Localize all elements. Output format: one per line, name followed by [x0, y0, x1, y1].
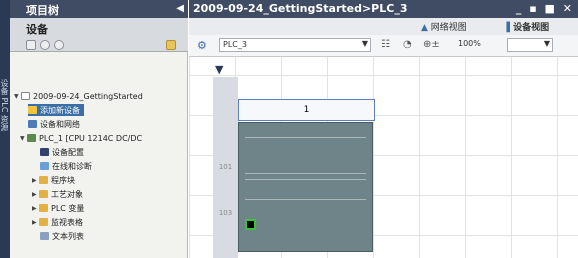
rack-collapse-icon[interactable]: ▼: [215, 63, 223, 76]
device-select-value: PLC_3: [223, 40, 247, 49]
diagnostics-icon: [40, 162, 49, 170]
row-label: 103: [218, 209, 233, 217]
folder-icon: [39, 218, 48, 226]
editor-title: 2009-09-24_GettingStarted>PLC_3: [193, 2, 408, 15]
tree-item-text-lists[interactable]: 文本列表: [40, 230, 84, 242]
zoom-icon[interactable]: ⊕±: [423, 39, 440, 50]
module-line: [245, 199, 366, 200]
row-label: 101: [218, 163, 233, 171]
chevron-right-icon[interactable]: ▶: [32, 191, 39, 198]
folder-icon: [39, 190, 48, 198]
project-tree-panel: 项目树 ◀ 设备 ▼ 2009-09-24_GettingStarted 添加新…: [10, 0, 188, 258]
maximize-icon[interactable]: ■: [545, 2, 557, 15]
tree-item-label: 文本列表: [52, 231, 84, 241]
tree-item-label: 监视表格: [51, 217, 83, 227]
circle-left-icon[interactable]: [40, 40, 50, 50]
tab-device-view[interactable]: ▐ 设备视图: [503, 20, 549, 33]
view-toggle-icon[interactable]: [26, 40, 36, 50]
chevron-right-icon[interactable]: ▶: [32, 177, 39, 184]
tree-item-plc-tags[interactable]: ▶ PLC 变量: [32, 202, 84, 214]
device-tool-icon[interactable]: ⚙: [197, 39, 207, 52]
triangle-left-icon[interactable]: ◀: [176, 3, 184, 14]
settings-icon[interactable]: [166, 40, 176, 50]
cpu-module[interactable]: [238, 122, 373, 252]
project-icon: [21, 92, 30, 100]
add-device-icon: [28, 106, 37, 114]
chevron-down-icon: ▼: [361, 39, 368, 48]
network-icon: [28, 120, 37, 128]
tree-item-plc[interactable]: ▼ PLC_1 [CPU 1214C DC/DC: [20, 132, 142, 144]
slot-number: 1: [303, 105, 310, 115]
network-view-icon: ▲: [421, 23, 428, 33]
zoom-value: 100%: [458, 39, 481, 48]
tree-item-devices-networks[interactable]: 设备和网络: [28, 118, 80, 130]
device-view-icon: ▐: [503, 23, 510, 33]
minimize-icon[interactable]: _: [516, 2, 524, 15]
editor-toolbar: ⚙ PLC_3 ▼ ☷ ◔ ⊕± 100% ▼: [189, 35, 578, 57]
tree-item-label: 程序块: [51, 175, 75, 185]
editor-title-bar: 2009-09-24_GettingStarted>PLC_3 _ ▪ ■ ✕: [189, 0, 578, 18]
tia-portal-window: 设备 PLC 资源 项目树 ◀ 设备 ▼ 2009-09-24_GettingS…: [0, 0, 578, 258]
list-icon: [40, 232, 49, 240]
table-icon[interactable]: ☷: [381, 39, 390, 50]
status-led-icon: [245, 219, 256, 230]
tree-item-label: PLC_1 [CPU 1214C DC/DC: [39, 133, 143, 143]
zoom-tool-icon[interactable]: ◔: [403, 39, 412, 50]
tree-item-device-config[interactable]: 设备配置: [40, 146, 84, 158]
device-canvas[interactable]: ▼ 1 101 103: [189, 57, 578, 258]
module-line: [245, 173, 366, 174]
chevron-down-icon[interactable]: ▼: [14, 93, 21, 100]
tab-label: 设备视图: [513, 23, 550, 33]
circle-right-icon[interactable]: [54, 40, 64, 50]
tab-network-view[interactable]: ▲ 网络视图: [421, 20, 467, 33]
tree-item-label: PLC 变量: [51, 203, 85, 213]
tree-item-label: 设备和网络: [40, 119, 80, 129]
tree-item-watch-tables[interactable]: ▶ 监视表格: [32, 216, 83, 228]
plc-icon: [27, 134, 36, 142]
chevron-right-icon[interactable]: ▶: [32, 219, 39, 226]
device-editor: 2009-09-24_GettingStarted>PLC_3 _ ▪ ■ ✕ …: [189, 0, 578, 258]
module-line: [245, 137, 366, 138]
folder-icon: [39, 176, 48, 184]
window-controls: _ ▪ ■ ✕: [516, 2, 574, 15]
tree-item-project[interactable]: ▼ 2009-09-24_GettingStarted: [14, 90, 143, 102]
config-icon: [40, 148, 49, 156]
tree-item-online-diagnostics[interactable]: 在线和诊断: [40, 160, 92, 172]
tree-item-add-device[interactable]: 添加新设备: [28, 104, 84, 116]
zoom-select[interactable]: ▼: [507, 38, 553, 52]
module-line: [245, 179, 366, 180]
side-tab[interactable]: 设备 PLC 资源: [0, 0, 10, 258]
side-tab-label: 设备 PLC 资源: [0, 79, 9, 131]
tree-item-label: 在线和诊断: [52, 161, 92, 171]
tree-item-label: 工艺对象: [51, 189, 83, 199]
tree-item-label: 设备配置: [52, 147, 84, 157]
tab-label: 网络视图: [430, 23, 467, 33]
zoom-level[interactable]: 100%: [455, 38, 491, 52]
tree-item-technology-objects[interactable]: ▶ 工艺对象: [32, 188, 83, 200]
devices-heading: 设备: [26, 23, 48, 36]
close-icon[interactable]: ✕: [563, 2, 574, 15]
tree-item-label: 添加新设备: [40, 105, 80, 115]
chevron-down-icon[interactable]: ▼: [20, 135, 27, 142]
chevron-right-icon[interactable]: ▶: [32, 205, 39, 212]
project-tree-title: 项目树 ◀: [10, 0, 188, 18]
tree-item-program-blocks[interactable]: ▶ 程序块: [32, 174, 75, 186]
restore-icon[interactable]: ▪: [529, 2, 538, 15]
project-tree-title-text: 项目树: [26, 4, 59, 17]
view-switcher: ▲ 网络视图 ▐ 设备视图: [189, 18, 578, 35]
tree-item-label: 2009-09-24_GettingStarted: [33, 91, 143, 101]
devices-section-header: 设备: [10, 18, 188, 52]
chevron-down-icon: ▼: [543, 39, 550, 48]
slot-header[interactable]: 1: [238, 99, 375, 121]
folder-icon: [39, 204, 48, 212]
device-select[interactable]: PLC_3 ▼: [219, 38, 371, 52]
